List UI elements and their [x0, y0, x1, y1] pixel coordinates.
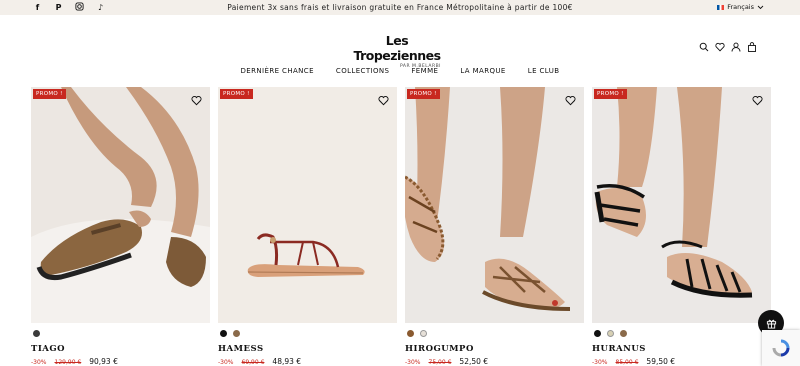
color-swatches	[31, 329, 210, 338]
original-price: 85,00 €	[615, 359, 639, 366]
wishlist-heart-icon[interactable]	[191, 95, 202, 106]
price-row: -30% 85,00 € 59,50 €	[592, 357, 771, 366]
discount-label: -30%	[405, 359, 421, 366]
color-swatch[interactable]	[620, 330, 627, 337]
original-price: 75,00 €	[428, 359, 452, 366]
gift-icon	[766, 319, 776, 329]
heart-icon[interactable]	[715, 37, 725, 52]
color-swatch[interactable]	[233, 330, 240, 337]
color-swatches	[405, 329, 584, 338]
color-swatch[interactable]	[607, 330, 614, 337]
product-info-huranus: HURANUS -30% 85,00 € 59,50 €	[592, 329, 771, 366]
promo-badge: PROMO !	[407, 89, 440, 99]
original-price: 69,90 €	[241, 359, 265, 366]
nav-derniere-chance[interactable]: DERNIÈRE CHANCE	[241, 67, 314, 75]
color-swatches	[218, 329, 397, 338]
product-grid: PROMO ! PROMO ! PROMO ! PROMO !	[31, 87, 771, 323]
nav-collections[interactable]: COLLECTIONS	[336, 67, 389, 75]
announcement-bar: f P ♪ Paiement 3x sans frais et livraiso…	[0, 0, 800, 15]
header-icons	[699, 37, 757, 52]
site-header: Les Tropeziennes PAR M.BELARBI DERNIÈRE …	[0, 15, 800, 85]
shipping-banner-text: Paiement 3x sans frais et livraison grat…	[227, 3, 573, 12]
product-card-tiago[interactable]: PROMO !	[31, 87, 210, 323]
color-swatch[interactable]	[33, 330, 40, 337]
search-icon[interactable]	[699, 37, 709, 52]
promo-badge: PROMO !	[594, 89, 627, 99]
wishlist-heart-icon[interactable]	[565, 95, 576, 106]
sale-price: 52,50 €	[459, 357, 489, 366]
price-row: -30% 75,00 € 52,50 €	[405, 357, 584, 366]
nav-le-club[interactable]: LE CLUB	[528, 67, 560, 75]
product-name[interactable]: HURANUS	[592, 344, 771, 354]
product-image-tiago[interactable]	[31, 87, 210, 323]
product-info-hirogumpo: HIROGUMPO -30% 75,00 € 52,50 €	[405, 329, 584, 366]
price-row: -30% 129,90 € 90,93 €	[31, 357, 210, 366]
wishlist-heart-icon[interactable]	[752, 95, 763, 106]
sale-price: 90,93 €	[89, 357, 118, 366]
product-image-hirogumpo[interactable]	[405, 87, 584, 323]
language-label: Français	[727, 3, 754, 11]
color-swatches	[592, 329, 771, 338]
sale-price: 59,50 €	[646, 357, 676, 366]
france-flag-icon	[717, 5, 725, 10]
product-card-hirogumpo[interactable]: PROMO !	[405, 87, 584, 323]
color-swatch[interactable]	[407, 330, 414, 337]
product-card-huranus[interactable]: PROMO !	[592, 87, 771, 323]
discount-label: -30%	[218, 359, 234, 366]
discount-label: -30%	[592, 359, 608, 366]
product-image-hamess[interactable]	[218, 87, 397, 323]
color-swatch[interactable]	[220, 330, 227, 337]
chevron-down-icon	[757, 5, 764, 10]
recaptcha-icon	[772, 339, 790, 357]
product-image-huranus[interactable]	[592, 87, 771, 323]
promo-badge: PROMO !	[220, 89, 253, 99]
recaptcha-badge[interactable]	[762, 330, 800, 366]
original-price: 129,90 €	[54, 359, 82, 366]
promo-badge: PROMO !	[33, 89, 66, 99]
product-info-tiago: TIAGO -30% 129,90 € 90,93 €	[31, 329, 210, 366]
product-info-hamess: HAMESS -30% 69,90 € 48,93 €	[218, 329, 397, 366]
main-nav: DERNIÈRE CHANCE COLLECTIONS FEMME LA MAR…	[0, 67, 800, 75]
product-name[interactable]: HAMESS	[218, 344, 397, 354]
bag-icon[interactable]	[747, 37, 757, 52]
account-icon[interactable]	[731, 37, 741, 52]
color-swatch[interactable]	[594, 330, 601, 337]
discount-label: -30%	[31, 359, 47, 366]
sale-price: 48,93 €	[272, 357, 302, 366]
price-row: -30% 69,90 € 48,93 €	[218, 357, 397, 366]
product-name[interactable]: TIAGO	[31, 344, 210, 354]
nav-la-marque[interactable]: LA MARQUE	[460, 67, 505, 75]
brand-logo[interactable]: Les Tropeziennes PAR M.BELARBI	[347, 33, 447, 69]
nav-femme[interactable]: FEMME	[411, 67, 438, 75]
color-swatch[interactable]	[420, 330, 427, 337]
product-card-hamess[interactable]: PROMO !	[218, 87, 397, 323]
product-name[interactable]: HIROGUMPO	[405, 344, 584, 354]
wishlist-heart-icon[interactable]	[378, 95, 389, 106]
logo-text: Les Tropeziennes	[353, 33, 441, 63]
language-selector[interactable]: Français	[717, 0, 764, 15]
